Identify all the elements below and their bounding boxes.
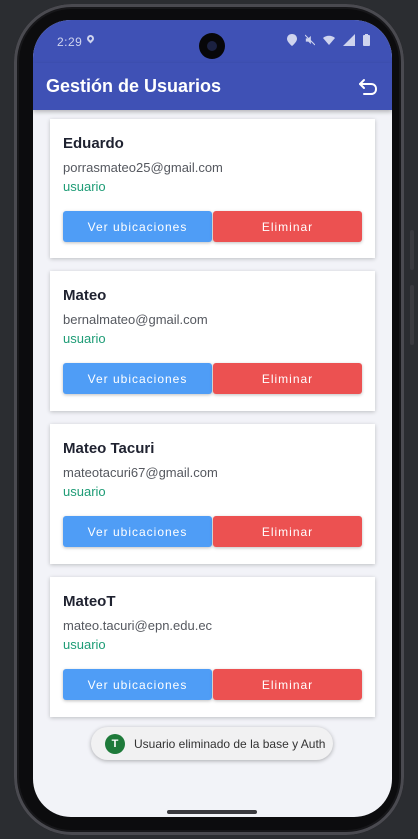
user-card: MateoT mateo.tacuri@epn.edu.ec usuario V… bbox=[50, 577, 375, 717]
delete-user-button[interactable]: Eliminar bbox=[213, 363, 362, 394]
delete-user-button[interactable]: Eliminar bbox=[213, 669, 362, 700]
view-locations-button[interactable]: Ver ubicaciones bbox=[63, 516, 212, 547]
screen: 2:29 Gestión de Usuarios Eduardo porrasm… bbox=[33, 20, 392, 817]
front-camera bbox=[199, 33, 225, 59]
user-role: usuario bbox=[63, 331, 106, 346]
undo-arrow-icon[interactable] bbox=[358, 77, 378, 97]
user-name: Mateo bbox=[63, 287, 107, 304]
view-locations-button[interactable]: Ver ubicaciones bbox=[63, 211, 212, 242]
user-role: usuario bbox=[63, 637, 106, 652]
app-logo-icon: T bbox=[105, 733, 125, 754]
status-bar: 2:29 bbox=[33, 20, 392, 63]
home-indicator[interactable] bbox=[167, 810, 257, 814]
user-email: mateo.tacuri@epn.edu.ec bbox=[63, 618, 213, 633]
user-name: Mateo Tacuri bbox=[63, 440, 155, 457]
view-locations-button[interactable]: Ver ubicaciones bbox=[63, 363, 212, 394]
toast-message: Usuario eliminado de la base y Auth bbox=[134, 736, 326, 751]
wifi-icon bbox=[323, 35, 335, 45]
delete-user-button[interactable]: Eliminar bbox=[213, 211, 362, 242]
signal-icon bbox=[343, 34, 355, 46]
user-role: usuario bbox=[63, 484, 106, 499]
location-icon bbox=[85, 33, 96, 44]
mute-icon bbox=[305, 34, 315, 46]
volume-up-button bbox=[410, 230, 414, 270]
user-list: Eduardo porrasmateo25@gmail.com usuario … bbox=[50, 119, 375, 730]
user-name: MateoT bbox=[63, 593, 116, 610]
toast-notification: T Usuario eliminado de la base y Auth bbox=[91, 727, 333, 760]
battery-icon bbox=[363, 34, 370, 46]
volume-down-button bbox=[410, 285, 414, 345]
user-role: usuario bbox=[63, 179, 106, 194]
user-email: bernalmateo@gmail.com bbox=[63, 312, 208, 327]
page-title: Gestión de Usuarios bbox=[46, 76, 222, 96]
user-name: Eduardo bbox=[63, 135, 124, 152]
status-icons bbox=[287, 34, 370, 46]
user-card: Mateo bernalmateo@gmail.com usuario Ver … bbox=[50, 271, 375, 411]
app-bar: Gestión de Usuarios bbox=[33, 63, 392, 110]
delete-user-button[interactable]: Eliminar bbox=[213, 516, 362, 547]
status-time: 2:29 bbox=[57, 35, 83, 49]
location-status-icon bbox=[287, 34, 297, 46]
user-email: mateotacuri67@gmail.com bbox=[63, 465, 218, 480]
user-card: Eduardo porrasmateo25@gmail.com usuario … bbox=[50, 119, 375, 258]
view-locations-button[interactable]: Ver ubicaciones bbox=[63, 669, 212, 700]
user-email: porrasmateo25@gmail.com bbox=[63, 160, 223, 175]
user-card: Mateo Tacuri mateotacuri67@gmail.com usu… bbox=[50, 424, 375, 564]
